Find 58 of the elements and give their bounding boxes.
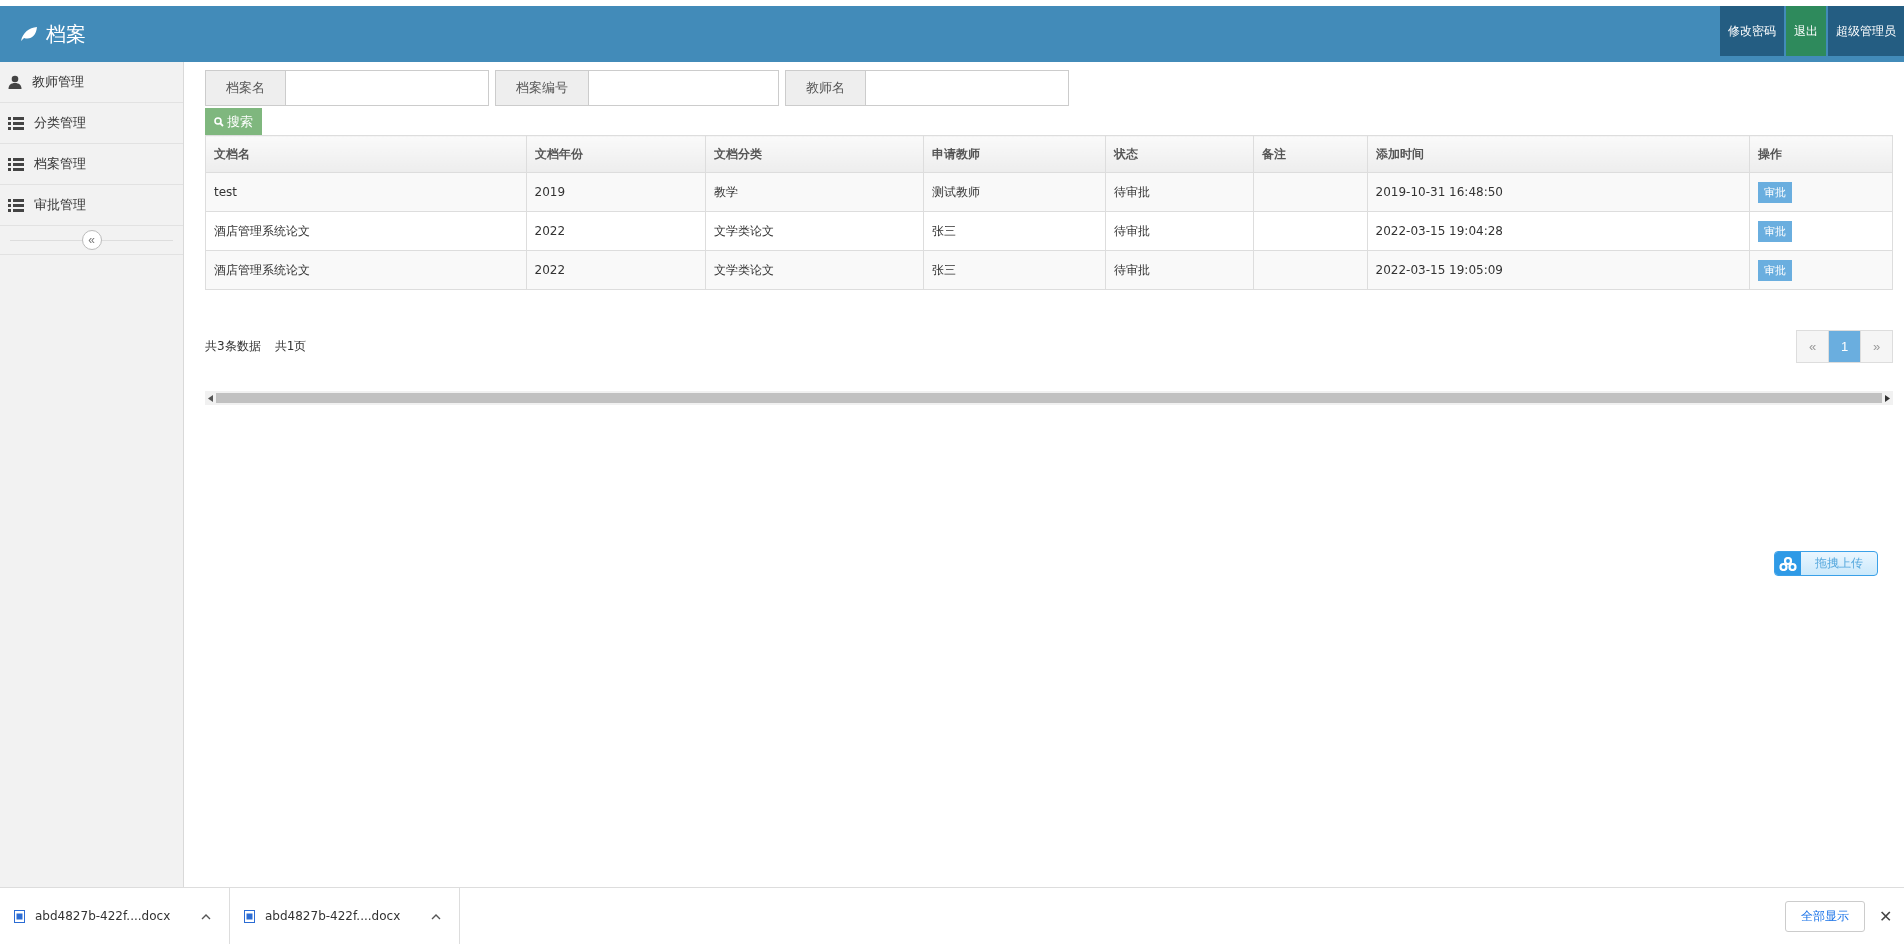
column-header: 状态 [1105,135,1254,173]
app-title: 档案 [46,20,86,48]
table-cell: 酒店管理系统论文 [205,211,527,251]
column-header: 申请教师 [923,135,1106,173]
list-icon [8,198,24,212]
summary-text: 共3条数据 [205,338,261,355]
table-cell: 2019-10-31 16:48:50 [1367,172,1750,212]
table-cell: 2022 [526,211,706,251]
table-cell: 待审批 [1105,211,1254,251]
user-icon [8,75,22,89]
table-cell: 2019 [526,172,706,212]
column-header: 文档名 [205,135,527,173]
document-icon [14,909,25,923]
table-cell: 2022 [526,250,706,290]
close-button[interactable]: ✕ [1873,905,1898,927]
caret-icon [201,914,211,920]
summary-text: 共1页 [274,338,307,355]
document-icon [244,909,255,923]
scroll-right-icon[interactable] [1885,394,1890,402]
table-cell: 张三 [923,211,1106,251]
list-icon [8,116,24,130]
search-field[interactable]: 档案编号 [495,70,779,106]
sidebar-item[interactable]: 分类管理 [0,103,183,144]
table-cell: 文学类论文 [705,250,924,290]
table-cell: 测试教师 [923,172,1106,212]
table-cell: 酒店管理系统论文 [205,250,527,290]
sidebar-item[interactable]: 教师管理 [0,62,183,103]
search-field[interactable]: 教师名 [785,70,1069,106]
cloud-icon [1779,556,1797,571]
column-header: 操作 [1749,135,1893,173]
table-cell: 张三 [923,250,1106,290]
search-field[interactable]: 档案名 [205,70,489,106]
column-header: 文档年份 [526,135,706,173]
download-item[interactable]: abd4827b-422f....docx [230,888,460,944]
scroll-left-icon[interactable] [208,394,213,402]
header-button[interactable]: 修改密码 [1720,6,1784,56]
header-button[interactable]: 退出 [1786,6,1826,56]
search-icon [214,116,224,127]
column-header: 添加时间 [1367,135,1750,173]
table-cell: 2022-03-15 19:05:09 [1367,250,1750,290]
list-icon [8,157,24,171]
table-cell: 2022-03-15 19:04:28 [1367,211,1750,251]
caret-icon [431,914,441,920]
column-header: 文档分类 [705,135,924,173]
leaf-icon [20,26,38,42]
header-button[interactable]: 超级管理员 [1828,6,1904,56]
download-item[interactable]: abd4827b-422f....docx [0,888,230,944]
horizontal-scrollbar[interactable] [205,391,1893,405]
table-cell: 文学类论文 [705,211,924,251]
sidebar-item[interactable]: 审批管理 [0,185,183,226]
show-all-button[interactable]: 全部显示 [1785,900,1865,932]
table-cell: 教学 [705,172,924,212]
table-cell: 待审批 [1105,250,1254,290]
collapse-button[interactable]: « [81,230,102,250]
sidebar-item[interactable]: 档案管理 [0,144,183,185]
column-header: 备注 [1253,135,1368,173]
table-cell: 待审批 [1105,172,1254,212]
table-cell: test [205,172,527,212]
